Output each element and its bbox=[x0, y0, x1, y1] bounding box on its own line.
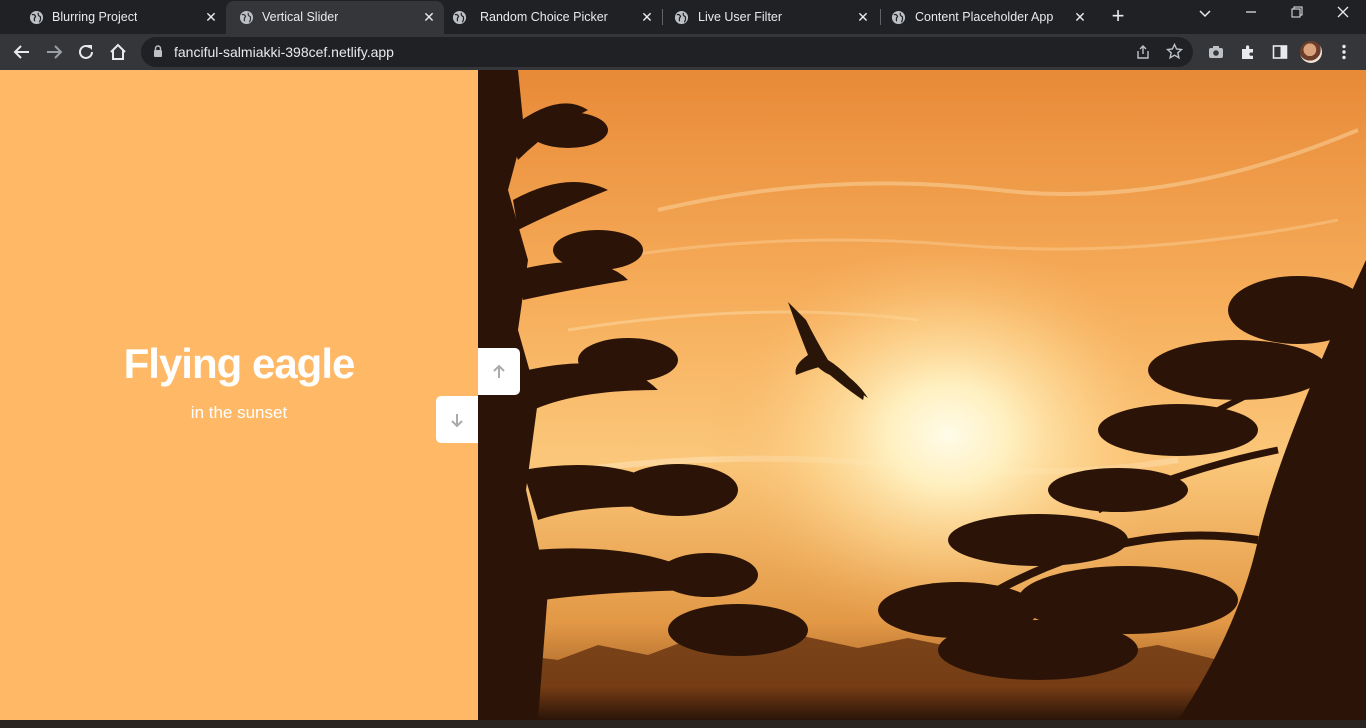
slide-title: Flying eagle bbox=[123, 340, 356, 387]
back-button[interactable] bbox=[11, 41, 33, 63]
slide-subtitle: in the sunset bbox=[190, 403, 288, 422]
back-icon bbox=[13, 45, 29, 59]
url-text[interactable]: fanciful-salmiakki-398cef.netlify.app bbox=[174, 44, 394, 60]
close-tab-icon[interactable]: ✕ bbox=[421, 9, 437, 25]
menu-icon bbox=[1342, 44, 1346, 60]
tab-search-button[interactable] bbox=[1194, 6, 1216, 26]
share-icon[interactable] bbox=[1135, 44, 1151, 60]
tab-vertical-slider[interactable]: Vertical Slider ✕ bbox=[226, 1, 444, 34]
extensions-icon bbox=[1242, 45, 1253, 59]
tab-title: Blurring Project bbox=[52, 10, 138, 24]
globe-icon bbox=[674, 10, 689, 25]
slide-down-button[interactable] bbox=[436, 396, 478, 443]
forward-icon bbox=[47, 45, 63, 59]
side-panel-button[interactable] bbox=[1269, 41, 1291, 63]
star-icon[interactable] bbox=[1166, 43, 1183, 60]
restore-button[interactable] bbox=[1286, 6, 1308, 26]
tab-live-user-filter[interactable]: Live User Filter ✕ bbox=[662, 1, 880, 34]
tab-title: Vertical Slider bbox=[262, 10, 339, 24]
tab-random-choice-picker[interactable]: Random Choice Picker ✕ bbox=[444, 1, 662, 34]
slide-up-button[interactable] bbox=[478, 348, 520, 395]
camera-icon bbox=[1209, 46, 1223, 58]
reload-icon bbox=[79, 44, 93, 59]
tab-title: Random Choice Picker bbox=[480, 10, 608, 24]
address-bar[interactable]: fanciful-salmiakki-398cef.netlify.app bbox=[141, 37, 1193, 67]
close-tab-icon[interactable]: ✕ bbox=[855, 9, 871, 25]
tab-title: Live User Filter bbox=[698, 10, 783, 24]
globe-icon bbox=[239, 10, 254, 25]
minimize-icon bbox=[1246, 11, 1256, 13]
tab-blurring-project[interactable]: Blurring Project ✕ bbox=[8, 1, 226, 34]
home-button[interactable] bbox=[107, 41, 129, 63]
left-slide-panel: Flying eagle in the sunset bbox=[0, 70, 478, 720]
close-tab-icon[interactable]: ✕ bbox=[203, 9, 219, 25]
globe-icon bbox=[452, 10, 467, 25]
close-icon bbox=[1337, 6, 1349, 18]
extensions-button[interactable] bbox=[1237, 41, 1259, 63]
globe-icon bbox=[29, 10, 44, 25]
reload-button[interactable] bbox=[75, 41, 97, 63]
tab-title: Content Placeholder App bbox=[915, 10, 1054, 24]
tab-content-placeholder-app[interactable]: Content Placeholder App ✕ bbox=[880, 1, 1098, 34]
home-icon bbox=[110, 43, 126, 60]
chevron-down-icon bbox=[1199, 10, 1211, 18]
taskbar-strip bbox=[0, 720, 1366, 728]
globe-icon bbox=[891, 10, 906, 25]
close-tab-icon[interactable]: ✕ bbox=[639, 9, 655, 25]
tab-strip: Blurring Project ✕ Vertical Slider ✕ Ran… bbox=[0, 0, 1366, 34]
lock-icon[interactable] bbox=[153, 45, 163, 58]
arrow-down-icon bbox=[451, 413, 463, 427]
new-tab-button[interactable]: + bbox=[1107, 5, 1129, 28]
arrow-up-icon bbox=[493, 364, 505, 378]
profile-avatar[interactable] bbox=[1300, 41, 1322, 63]
slide-image bbox=[478, 70, 1366, 720]
close-window-button[interactable] bbox=[1332, 6, 1354, 26]
side-panel-icon bbox=[1272, 45, 1288, 59]
browser-toolbar: fanciful-salmiakki-398cef.netlify.app bbox=[0, 34, 1366, 70]
minimize-button[interactable] bbox=[1240, 6, 1262, 26]
sunset-eagle-image bbox=[478, 70, 1366, 720]
forward-button[interactable] bbox=[43, 41, 65, 63]
close-tab-icon[interactable]: ✕ bbox=[1072, 9, 1088, 25]
browser-menu-button[interactable] bbox=[1333, 41, 1355, 63]
page-viewport: Flying eagle in the sunset bbox=[0, 70, 1366, 720]
screenshot-extension-button[interactable] bbox=[1205, 41, 1227, 63]
restore-icon bbox=[1291, 6, 1303, 18]
